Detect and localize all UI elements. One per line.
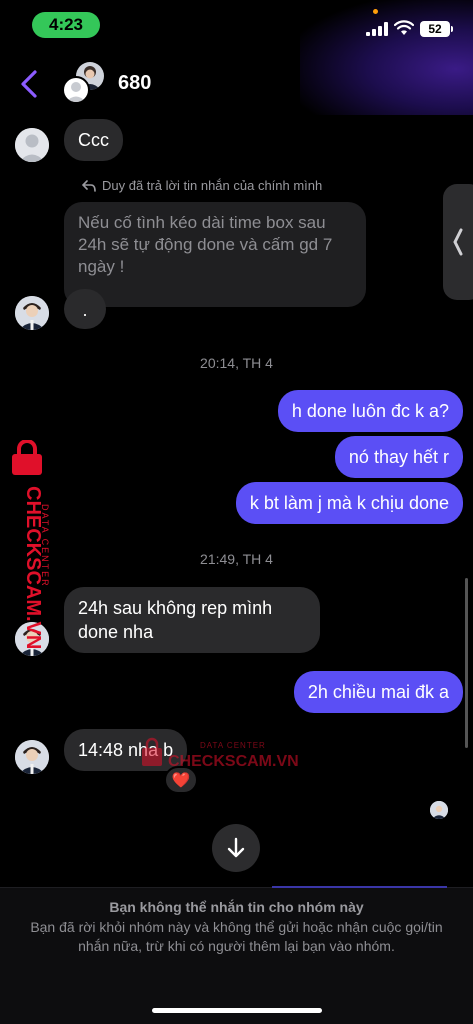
side-drawer-handle[interactable] bbox=[443, 184, 473, 300]
cellular-signal-icon bbox=[366, 22, 388, 36]
watermark-brand-text: CHECKSCAM.VN bbox=[168, 753, 299, 770]
header-gradient bbox=[300, 0, 473, 115]
status-time[interactable]: 4:23 bbox=[32, 12, 100, 38]
watermark-logo-small: DATA CENTER CHECKSCAM.VN bbox=[142, 737, 299, 770]
chevron-left-icon bbox=[453, 228, 463, 256]
reply-note-text: Duy đã trả lời tin nhắn của chính mình bbox=[102, 178, 323, 193]
watermark-tagline-text: DATA CENTER bbox=[40, 504, 50, 588]
wifi-icon bbox=[394, 20, 414, 35]
timestamp: 21:49, TH 4 bbox=[200, 551, 273, 567]
incoming-message[interactable]: . bbox=[64, 289, 106, 329]
home-indicator[interactable] bbox=[152, 1008, 322, 1013]
quoted-message[interactable]: Nếu cố tình kéo dài time box sau 24h sẽ … bbox=[64, 202, 366, 307]
scrollbar[interactable] bbox=[465, 578, 468, 748]
watermark-tagline-text: DATA CENTER bbox=[200, 741, 266, 750]
watermark-lock-icon bbox=[12, 440, 42, 475]
sender-avatar-photo[interactable] bbox=[15, 740, 49, 774]
privacy-indicator-dot bbox=[373, 9, 378, 14]
sender-avatar-default[interactable] bbox=[15, 128, 49, 162]
incoming-message[interactable]: Ccc bbox=[64, 119, 123, 161]
outgoing-message[interactable]: 2h chiều mai đk a bbox=[293, 671, 463, 713]
watermark-logo: CHECKSCAM.VN DATA CENTER bbox=[22, 486, 50, 649]
outgoing-message[interactable]: h done luôn đc k a? bbox=[277, 390, 463, 432]
footer-description: Bạn đã rời khỏi nhóm này và không thể gử… bbox=[30, 919, 443, 954]
footer-accent-line bbox=[272, 886, 447, 888]
scroll-to-bottom-button[interactable] bbox=[212, 824, 260, 872]
battery-indicator: 52 bbox=[420, 21, 450, 37]
outgoing-message[interactable]: k bt làm j mà k chịu done bbox=[235, 482, 463, 524]
footer-title: Bạn không thể nhắn tin cho nhóm này bbox=[109, 899, 364, 915]
read-receipt-avatar bbox=[430, 801, 448, 819]
incoming-message[interactable]: 24h sau không rep mình done nha bbox=[64, 587, 320, 653]
back-chevron-icon[interactable] bbox=[18, 68, 40, 100]
group-avatar-default[interactable] bbox=[62, 76, 90, 104]
reply-arrow-icon bbox=[82, 179, 96, 192]
sender-avatar-photo[interactable] bbox=[15, 296, 49, 330]
reply-note: Duy đã trả lời tin nhắn của chính mình bbox=[82, 178, 322, 193]
outgoing-message[interactable]: nó thay hết r bbox=[334, 436, 463, 478]
conversation-title[interactable]: 680 bbox=[118, 72, 151, 95]
timestamp: 20:14, TH 4 bbox=[200, 355, 273, 371]
arrow-down-icon bbox=[227, 837, 245, 858]
